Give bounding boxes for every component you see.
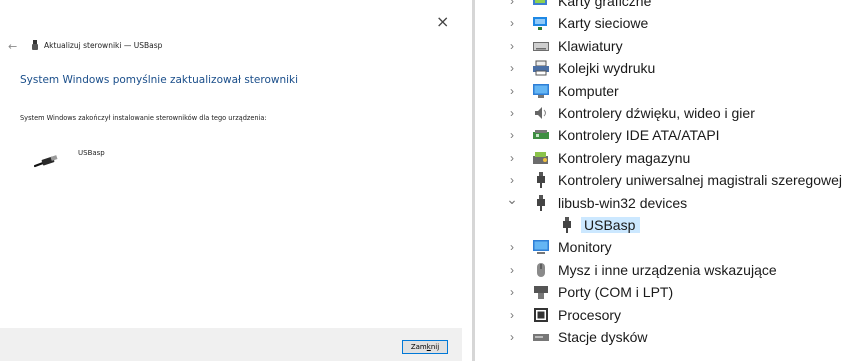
chevron-right-icon[interactable]: ›: [506, 151, 518, 165]
port-icon: [532, 284, 550, 300]
chevron-right-icon[interactable]: ›: [506, 39, 518, 53]
printer-icon: [532, 60, 550, 76]
tree-category-item[interactable]: › Kontrolery uniwersalnej magistrali szer…: [510, 169, 843, 191]
tree-category-item[interactable]: › Procesory: [510, 304, 622, 326]
monitor-icon: [532, 239, 550, 255]
disk-drive-icon: [532, 329, 550, 345]
chevron-right-icon[interactable]: ›: [506, 0, 518, 8]
tree-category-item[interactable]: › Kontrolery magazynu: [510, 147, 691, 169]
tree-item-label: Monitory: [558, 239, 612, 256]
device-name: USBasp: [78, 149, 105, 157]
tree-item-label: Komputer: [558, 82, 619, 99]
tree-item-label: libusb-win32 devices: [558, 194, 688, 211]
panel-divider: [472, 0, 475, 361]
tree-item-label: Karty graficzne: [558, 0, 652, 9]
tree-category-item[interactable]: › Klawiatury: [510, 35, 623, 57]
chevron-right-icon[interactable]: ›: [506, 16, 518, 30]
close-button-label-post: nij: [430, 343, 440, 351]
chevron-right-icon[interactable]: ›: [506, 330, 518, 344]
install-description: System Windows zakończył instalowanie st…: [20, 114, 267, 122]
success-headline: System Windows pomyślnie zaktualizował s…: [20, 74, 299, 86]
network-adapter-icon: [532, 15, 550, 31]
tree-item-label: Klawiatury: [558, 37, 623, 54]
chevron-down-icon[interactable]: ⌄: [506, 191, 518, 208]
tree-category-item[interactable]: › Stacje dysków: [510, 326, 648, 348]
close-button[interactable]: Zam k nij: [402, 340, 448, 354]
dialog-title-row: Aktualizuj sterowniki — USBasp: [32, 40, 162, 50]
close-icon[interactable]: ×: [436, 14, 449, 30]
tree-category-item[interactable]: ⌄ libusb-win32 devices: [506, 191, 688, 214]
usb-device-icon: [32, 40, 38, 50]
storage-controller-icon: [532, 150, 550, 166]
tree-category-item[interactable]: › Porty (COM i LPT): [510, 281, 674, 303]
device-tree: › Karty graficzne › Karty sieciowe › Klawiatu…: [476, 0, 853, 361]
installed-device-row: USBasp: [34, 146, 105, 168]
tree-category-item[interactable]: › Kolejki wydruku: [510, 57, 656, 79]
tree-child-item[interactable]: USBasp: [558, 214, 641, 236]
usb-plug-icon: [532, 194, 550, 211]
speaker-icon: [532, 105, 550, 121]
computer-icon: [532, 83, 550, 99]
processor-icon: [532, 307, 550, 323]
usb-cable-icon: [34, 152, 58, 168]
dialog-footer: Zam k nij: [0, 328, 462, 361]
display-adapter-icon: [532, 0, 550, 9]
chevron-right-icon[interactable]: ›: [506, 173, 518, 187]
tree-item-label: USBasp: [581, 217, 641, 233]
mouse-icon: [532, 262, 550, 278]
chevron-right-icon[interactable]: ›: [506, 240, 518, 254]
back-arrow-icon[interactable]: ←: [8, 40, 17, 53]
tree-item-label: Procesory: [558, 306, 622, 323]
keyboard-icon: [532, 38, 550, 54]
dialog-title: Aktualizuj sterowniki — USBasp: [44, 40, 163, 50]
chevron-right-icon[interactable]: ›: [506, 61, 518, 75]
tree-category-item[interactable]: › Mysz i inne urządzenia wskazujące: [510, 259, 777, 281]
tree-item-label: Kolejki wydruku: [558, 60, 656, 77]
chevron-right-icon[interactable]: ›: [506, 84, 518, 98]
tree-category-item[interactable]: › Kontrolery dźwięku, wideo i gier: [510, 102, 755, 124]
update-driver-dialog: × ← Aktualizuj sterowniki — USBasp Syste…: [0, 0, 462, 361]
usb-plug-icon: [558, 217, 576, 233]
tree-item-label: Kontrolery dźwięku, wideo i gier: [558, 105, 755, 121]
chevron-right-icon[interactable]: ›: [506, 285, 518, 299]
chevron-right-icon[interactable]: ›: [506, 128, 518, 142]
usb-controller-icon: [532, 172, 550, 189]
tree-item-label: Kontrolery uniwersalnej magistrali szere…: [558, 172, 843, 189]
close-button-label-pre: Zam: [410, 343, 427, 351]
ide-controller-icon: [532, 127, 550, 143]
chevron-right-icon[interactable]: ›: [506, 106, 518, 120]
chevron-right-icon[interactable]: ›: [506, 308, 518, 322]
tree-category-item[interactable]: › Monitory: [510, 236, 612, 258]
tree-item-label: Karty sieciowe: [558, 15, 649, 32]
tree-category-item[interactable]: › Karty graficzne: [510, 0, 652, 12]
tree-item-label: Kontrolery IDE ATA/ATAPI: [558, 127, 720, 144]
tree-item-label: Mysz i inne urządzenia wskazujące: [558, 261, 777, 278]
tree-category-item[interactable]: › Karty sieciowe: [510, 12, 649, 34]
tree-category-item[interactable]: › Kontrolery IDE ATA/ATAPI: [510, 124, 720, 146]
tree-category-item[interactable]: › Komputer: [510, 80, 619, 102]
tree-item-label: Kontrolery magazynu: [558, 149, 691, 166]
chevron-right-icon[interactable]: ›: [506, 263, 518, 277]
tree-item-label: Porty (COM i LPT): [558, 284, 674, 301]
tree-item-label: Stacje dysków: [558, 329, 648, 345]
